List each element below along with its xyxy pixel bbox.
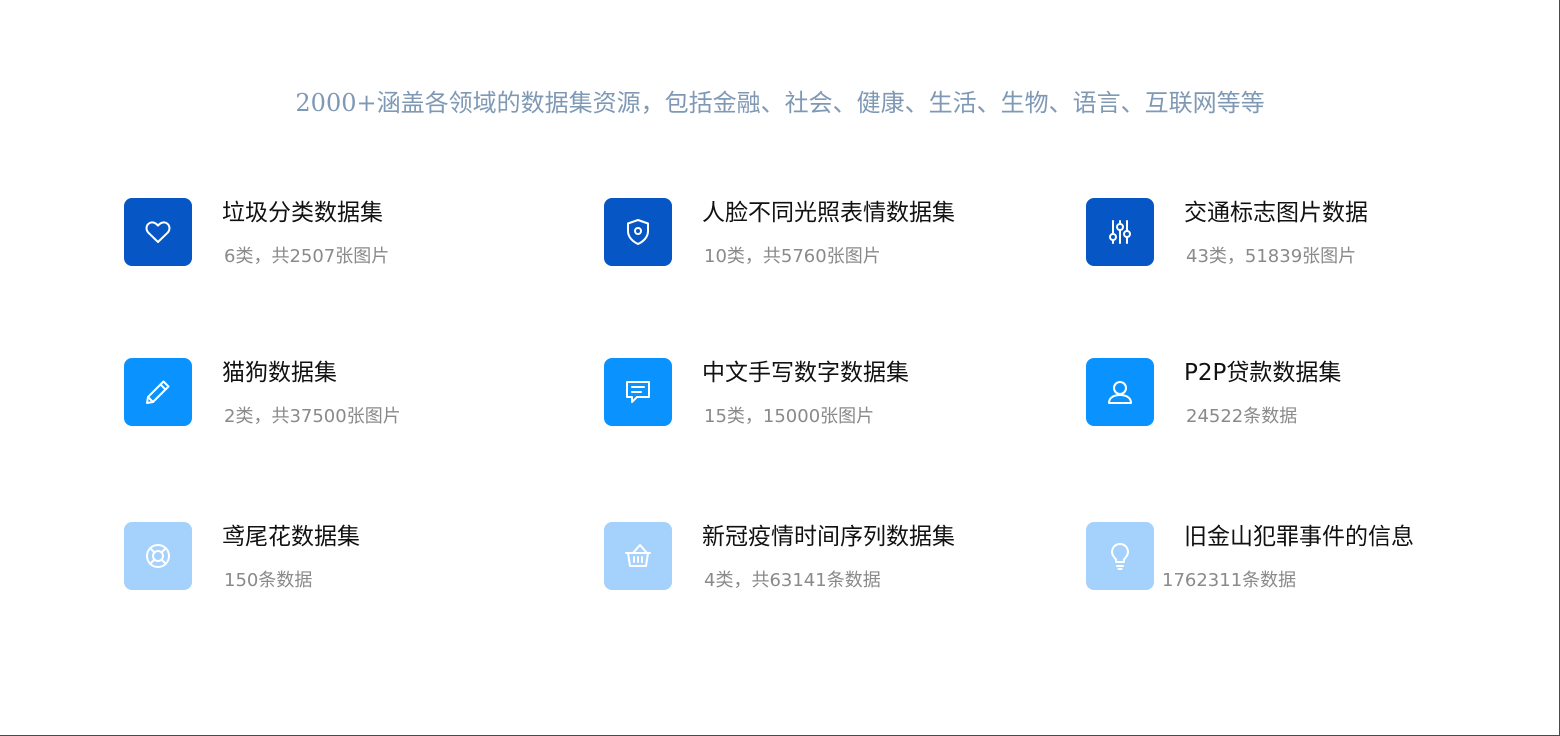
dataset-title: 鸢尾花数据集 — [222, 524, 360, 550]
dataset-card-covid-time-series[interactable]: 新冠疫情时间序列数据集 4类，共63141条数据 — [604, 522, 1024, 612]
dataset-card-traffic-signs[interactable]: 交通标志图片数据 43类，51839张图片 — [1086, 198, 1506, 288]
dataset-card-cats-dogs[interactable]: 猫狗数据集 2类，共37500张图片 — [124, 358, 544, 448]
dataset-card-garbage-classification[interactable]: 垃圾分类数据集 6类，共2507张图片 — [124, 198, 544, 288]
shield-icon — [604, 198, 672, 266]
pencil-icon — [124, 358, 192, 426]
basket-icon — [604, 522, 672, 590]
dataset-title: 人脸不同光照表情数据集 — [702, 200, 955, 226]
dataset-card-chinese-handwritten-digits[interactable]: 中文手写数字数据集 15类，15000张图片 — [604, 358, 1024, 448]
lifebuoy-icon — [124, 522, 192, 590]
dataset-card-san-francisco-crime[interactable]: 旧金山犯罪事件的信息 1762311条数据 — [1086, 522, 1506, 612]
dataset-title: P2P贷款数据集 — [1184, 360, 1342, 386]
dataset-title: 交通标志图片数据 — [1184, 200, 1368, 226]
dataset-title: 中文手写数字数据集 — [702, 360, 909, 386]
dataset-description: 2类，共37500张图片 — [224, 406, 401, 427]
message-icon — [604, 358, 672, 426]
dataset-card-face-lighting-expression[interactable]: 人脸不同光照表情数据集 10类，共5760张图片 — [604, 198, 1024, 288]
lightbulb-icon — [1086, 522, 1154, 590]
user-icon — [1086, 358, 1154, 426]
sliders-icon — [1086, 198, 1154, 266]
dataset-card-p2p-loans[interactable]: P2P贷款数据集 24522条数据 — [1086, 358, 1506, 448]
dataset-description: 1762311条数据 — [1162, 570, 1297, 591]
dataset-description: 15类，15000张图片 — [704, 406, 875, 427]
dataset-title: 猫狗数据集 — [222, 360, 337, 386]
dataset-description: 10类，共5760张图片 — [704, 246, 881, 267]
dataset-title: 垃圾分类数据集 — [222, 200, 383, 226]
dataset-card-iris[interactable]: 鸢尾花数据集 150条数据 — [124, 522, 544, 612]
dataset-description: 43类，51839张图片 — [1186, 246, 1357, 267]
dataset-description: 6类，共2507张图片 — [224, 246, 390, 267]
dataset-description: 150条数据 — [224, 570, 313, 591]
dataset-description: 24522条数据 — [1186, 406, 1298, 427]
dataset-title: 新冠疫情时间序列数据集 — [702, 524, 955, 550]
section-headline: 2000+涵盖各领域的数据集资源，包括金融、社会、健康、生活、生物、语言、互联网… — [295, 89, 1265, 117]
dataset-description: 4类，共63141条数据 — [704, 570, 881, 591]
heart-icon — [124, 198, 192, 266]
dataset-title: 旧金山犯罪事件的信息 — [1184, 524, 1414, 550]
